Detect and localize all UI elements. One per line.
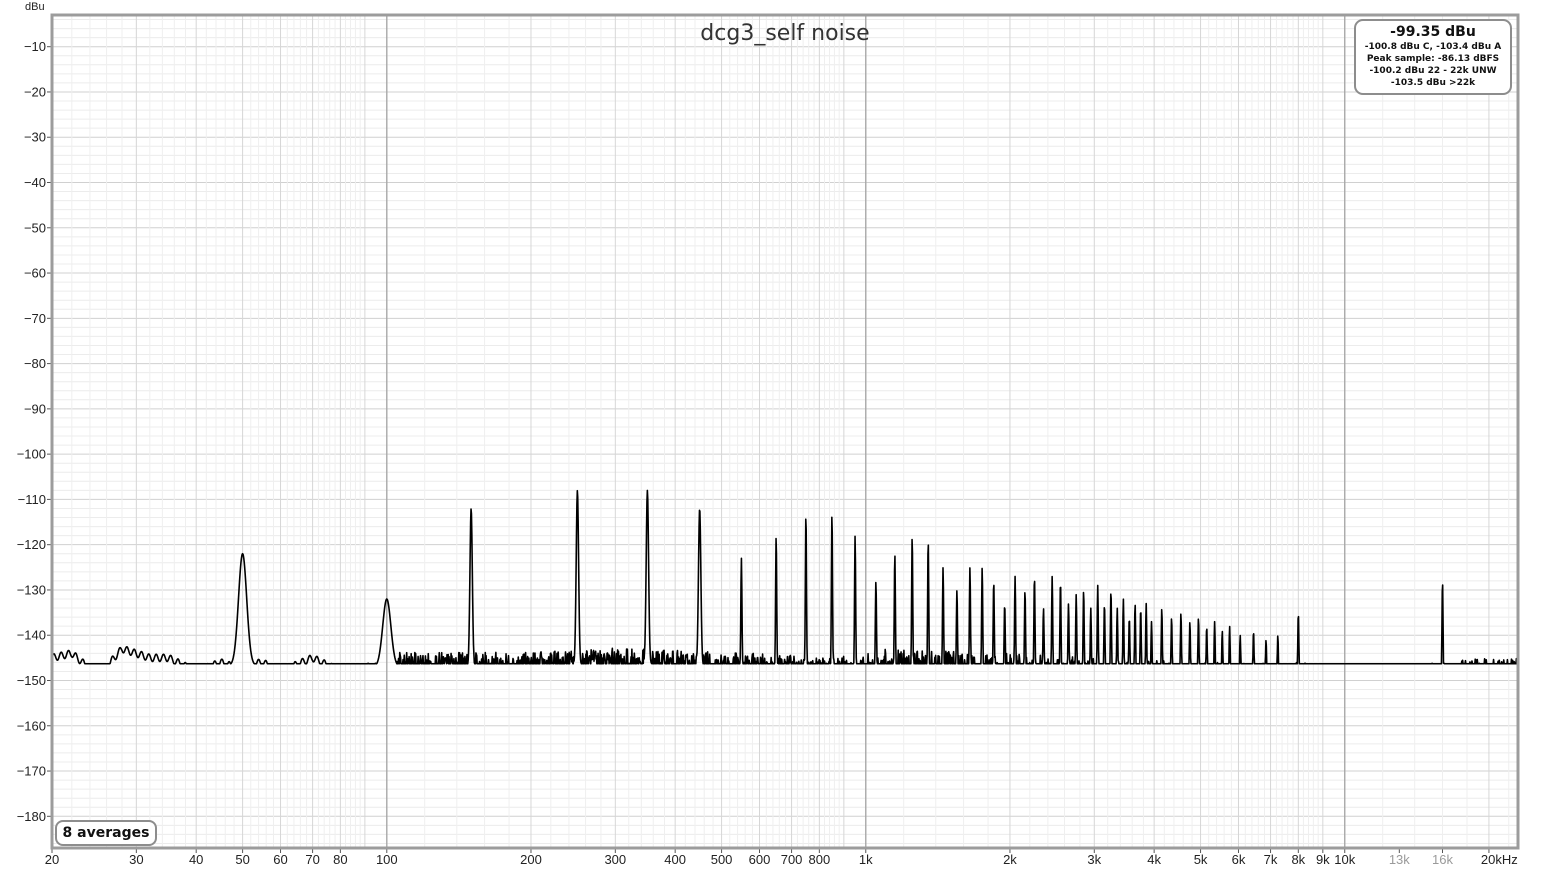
y-tick-label: −20	[24, 84, 46, 99]
grid	[51, 15, 1518, 848]
level-readout-line-weighted: -100.8 dBu C, -103.4 dBu A	[1364, 42, 1502, 52]
level-readout-line-above: -103.5 dBu >22k	[1390, 78, 1476, 88]
y-tick-label: −150	[17, 673, 46, 688]
y-tick-label: −30	[24, 130, 46, 145]
y-tick-label: −80	[24, 356, 46, 371]
level-readout-main: -99.35 dBu	[1390, 24, 1476, 40]
x-tick-label: 10k	[1334, 852, 1355, 867]
level-readout-line-peak: Peak sample: -86.13 dBFS	[1366, 54, 1500, 64]
x-tick-label: 50	[235, 852, 249, 867]
x-tick-label: 80	[333, 852, 347, 867]
level-readout-box: -99.35 dBu -100.8 dBu C, -103.4 dBu A Pe…	[1354, 19, 1512, 95]
x-tick-label: 600	[749, 852, 771, 867]
x-tick-label: 2k	[1003, 852, 1017, 867]
y-axis-ticks: −10 −20 −30 −40 −50 −60 −70 −80 −90 −100 −110 −120 −…	[17, 39, 52, 824]
x-tick-label: 400	[664, 852, 686, 867]
x-tick-label: 30	[129, 852, 143, 867]
x-tick-label: 8k	[1291, 852, 1305, 867]
spectrum-chart: −10 −20 −30 −40 −50 −60 −70 −80 −90 −100 −110 −120 −…	[17, 1, 1520, 867]
x-tick-label: 1k	[859, 852, 873, 867]
x-tick-label: 4k	[1147, 852, 1161, 867]
x-tick-label: 13k	[1389, 852, 1410, 867]
x-tick-label: 9k	[1316, 852, 1330, 867]
y-tick-label: −170	[17, 764, 46, 779]
x-axis-ticks: 20 30 40 50 60 70 80 100 200 300 400 500 600 700 800 1k…	[45, 848, 1518, 867]
y-tick-label: −100	[17, 447, 46, 462]
x-tick-label: 6k	[1232, 852, 1246, 867]
level-readout-line-unweighted: -100.2 dBu 22 - 22k UNW	[1369, 66, 1497, 76]
x-tick-label: 300	[604, 852, 626, 867]
x-tick-label: 20kHz	[1481, 852, 1518, 867]
y-tick-label: −10	[24, 39, 46, 54]
y-tick-label: −110	[18, 492, 46, 507]
y-tick-label: −70	[24, 311, 46, 326]
x-tick-label: 700	[781, 852, 803, 867]
x-tick-label: 70	[305, 852, 319, 867]
x-tick-label: 60	[273, 852, 287, 867]
x-tick-label: 100	[376, 852, 398, 867]
chart-title: dcg3_self noise	[700, 21, 869, 46]
y-tick-label: −180	[17, 809, 46, 824]
x-tick-label: 800	[808, 852, 830, 867]
x-tick-label: 200	[520, 852, 542, 867]
y-tick-label: −40	[24, 175, 46, 190]
y-axis-unit: dBu	[25, 1, 45, 13]
x-tick-label: 3k	[1087, 852, 1101, 867]
x-tick-label: 5k	[1194, 852, 1208, 867]
y-tick-label: −140	[17, 628, 46, 643]
x-tick-label: 16k	[1432, 852, 1453, 867]
x-tick-label: 500	[711, 852, 733, 867]
x-tick-label: 40	[189, 852, 203, 867]
averages-badge: 8 averages	[55, 820, 157, 846]
y-tick-label: −50	[24, 220, 46, 235]
x-tick-label: 7k	[1264, 852, 1278, 867]
x-tick-label: 20	[45, 852, 59, 867]
y-tick-label: −90	[24, 401, 46, 416]
y-tick-label: −130	[17, 582, 46, 597]
y-tick-label: −60	[24, 266, 46, 281]
y-tick-label: −160	[17, 718, 46, 733]
y-tick-label: −120	[17, 537, 46, 552]
